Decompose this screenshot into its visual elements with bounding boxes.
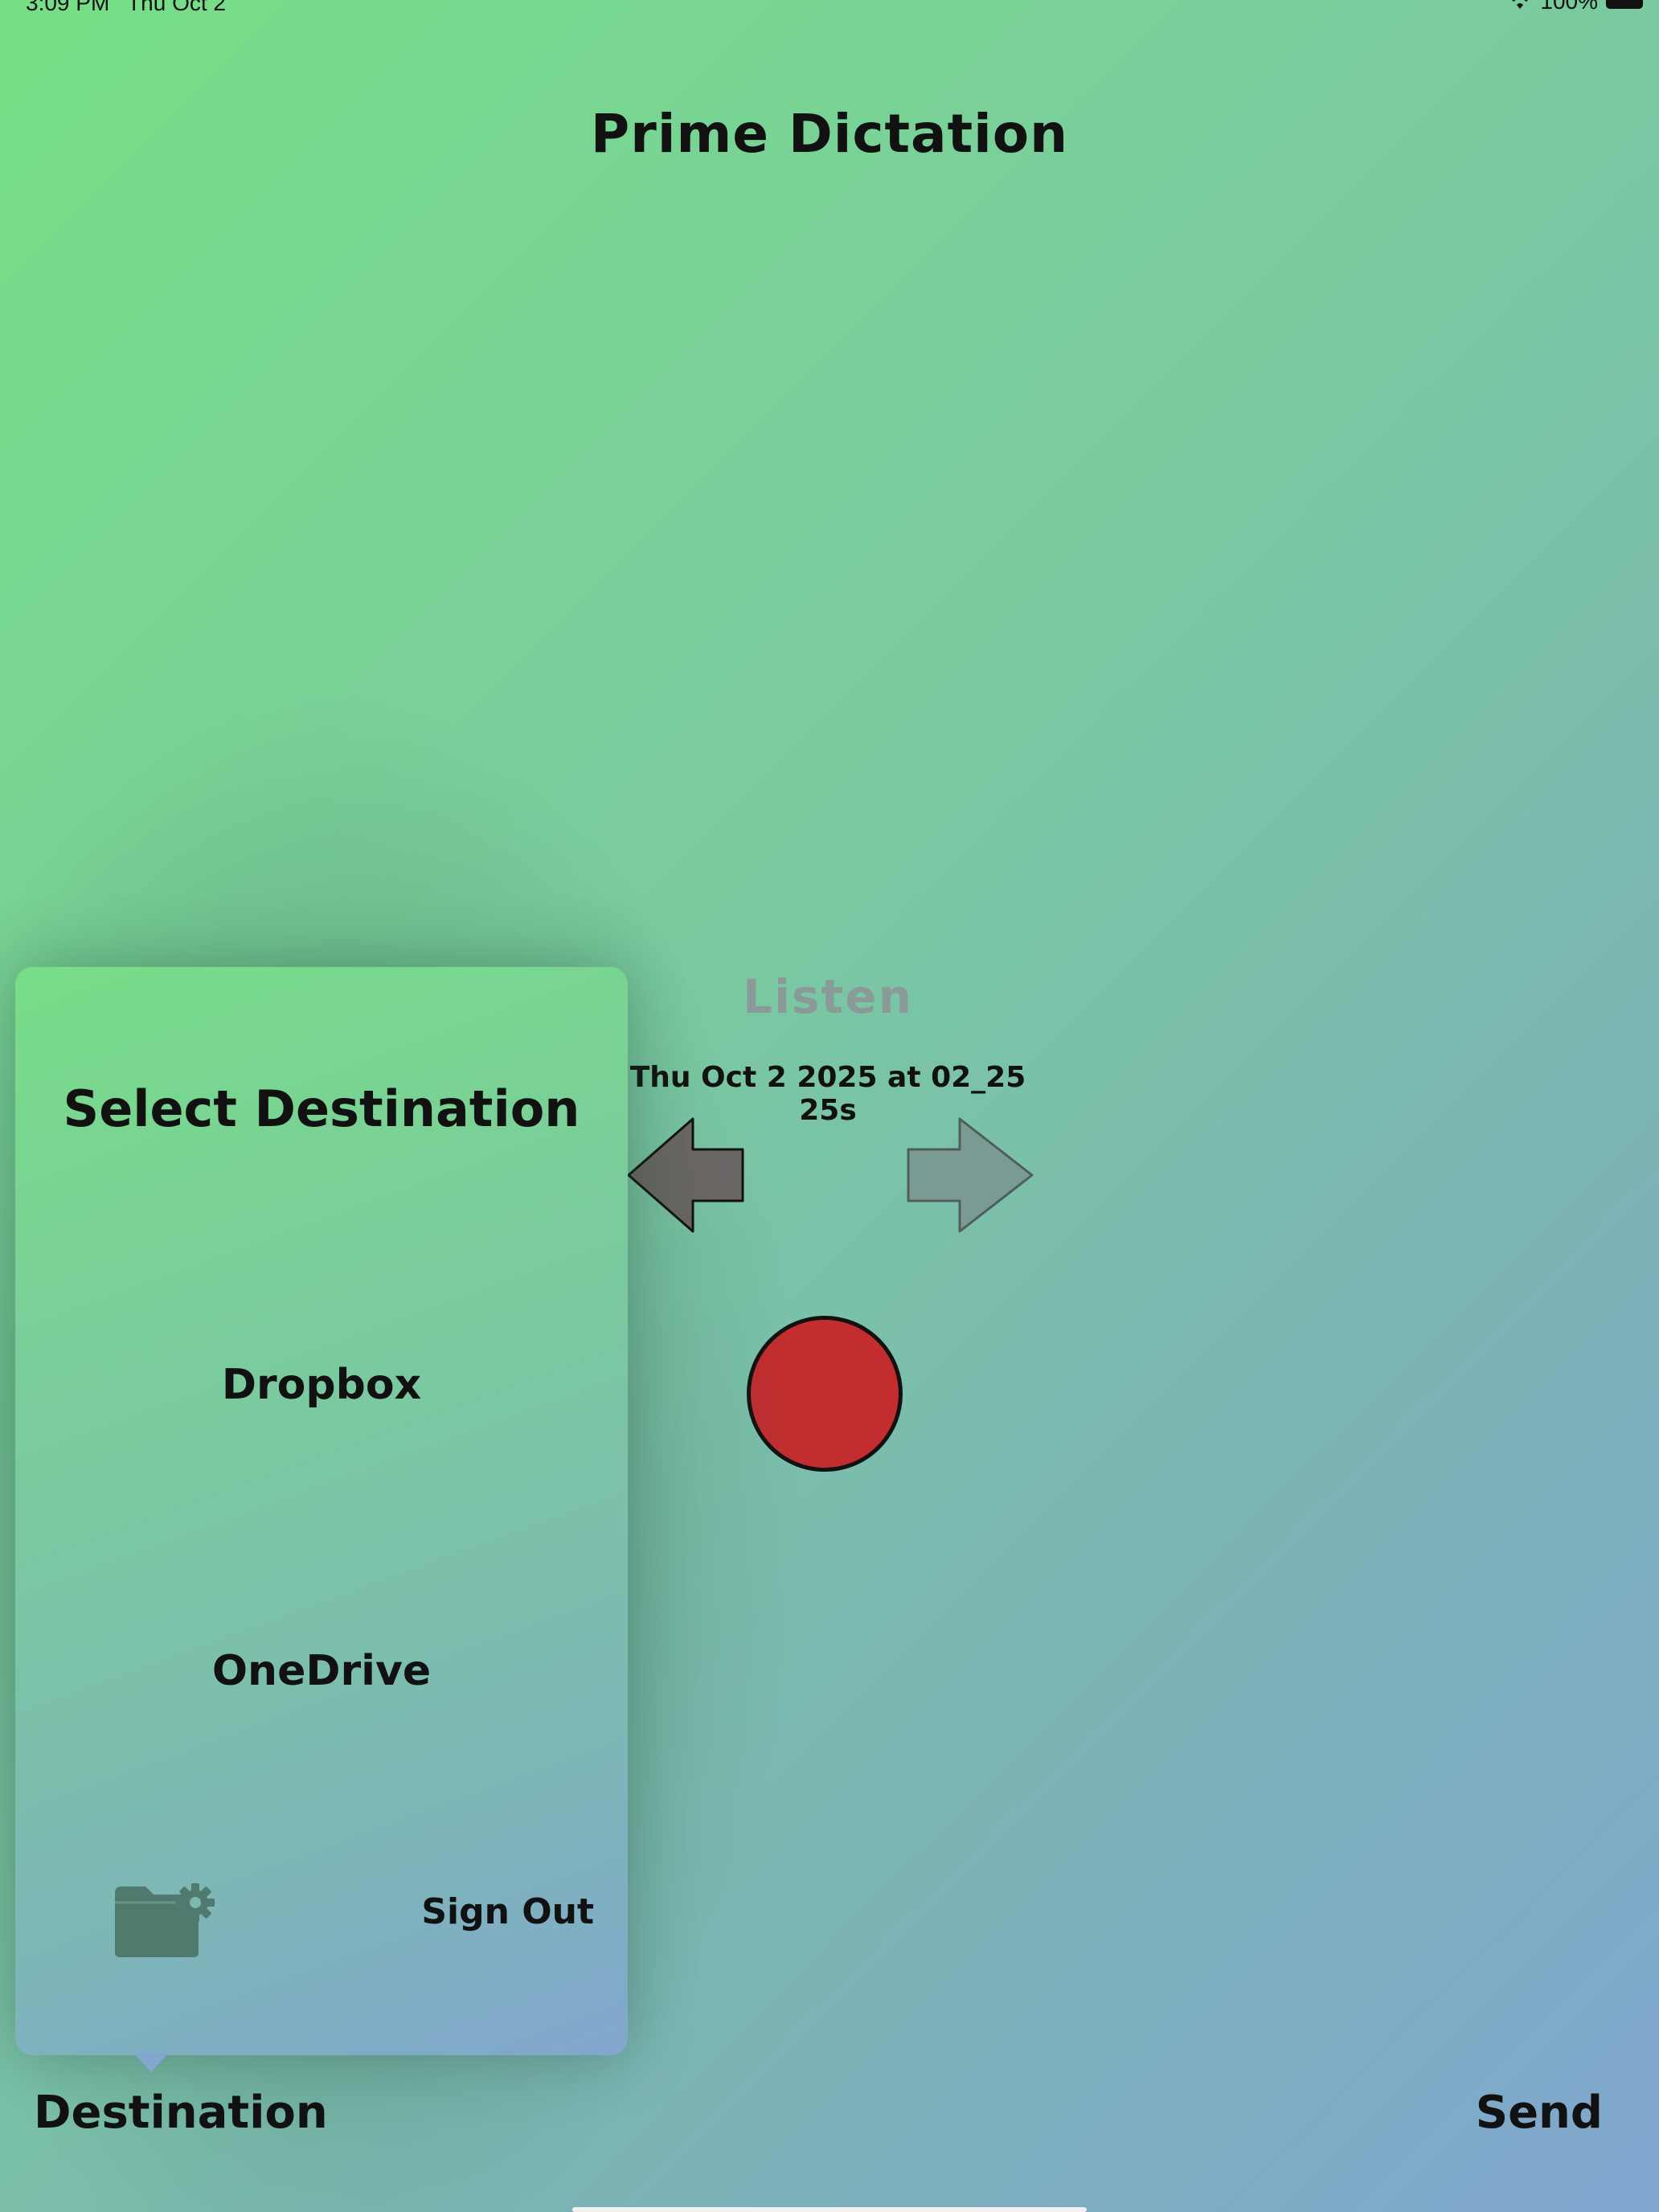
- folder-settings-icon[interactable]: [113, 1882, 221, 1959]
- battery-percent: 100%: [1540, 0, 1598, 14]
- app-title: Prime Dictation: [590, 103, 1069, 165]
- status-bar: 3:09 PM Thu Oct 2 100%: [0, 0, 1659, 24]
- wifi-icon: [1512, 0, 1529, 9]
- listen-button[interactable]: Listen: [627, 969, 1029, 1024]
- home-indicator: [572, 2207, 1087, 2212]
- previous-arrow-icon[interactable]: [627, 1116, 748, 1236]
- status-date: Thu Oct 2: [127, 0, 226, 15]
- sign-out-button[interactable]: Sign Out: [417, 1891, 594, 1932]
- status-indicators: 100%: [1508, 0, 1643, 14]
- destination-button[interactable]: Destination: [34, 2087, 328, 2139]
- next-arrow-icon[interactable]: [905, 1116, 1034, 1236]
- status-time-clock: 3:09 PM: [26, 0, 110, 15]
- send-button[interactable]: Send: [1476, 2087, 1603, 2139]
- popover-title: Select Destination: [63, 1079, 580, 1138]
- destination-option-dropbox[interactable]: Dropbox: [15, 1361, 628, 1409]
- popover-tail: [133, 2053, 169, 2072]
- battery-icon: [1606, 0, 1643, 9]
- destination-option-onedrive[interactable]: OneDrive: [15, 1647, 628, 1695]
- destination-popover: Select Destination Dropbox OneDrive Sign…: [15, 967, 628, 2055]
- record-button[interactable]: [747, 1316, 903, 1472]
- status-time: 3:09 PM Thu Oct 2: [26, 0, 226, 16]
